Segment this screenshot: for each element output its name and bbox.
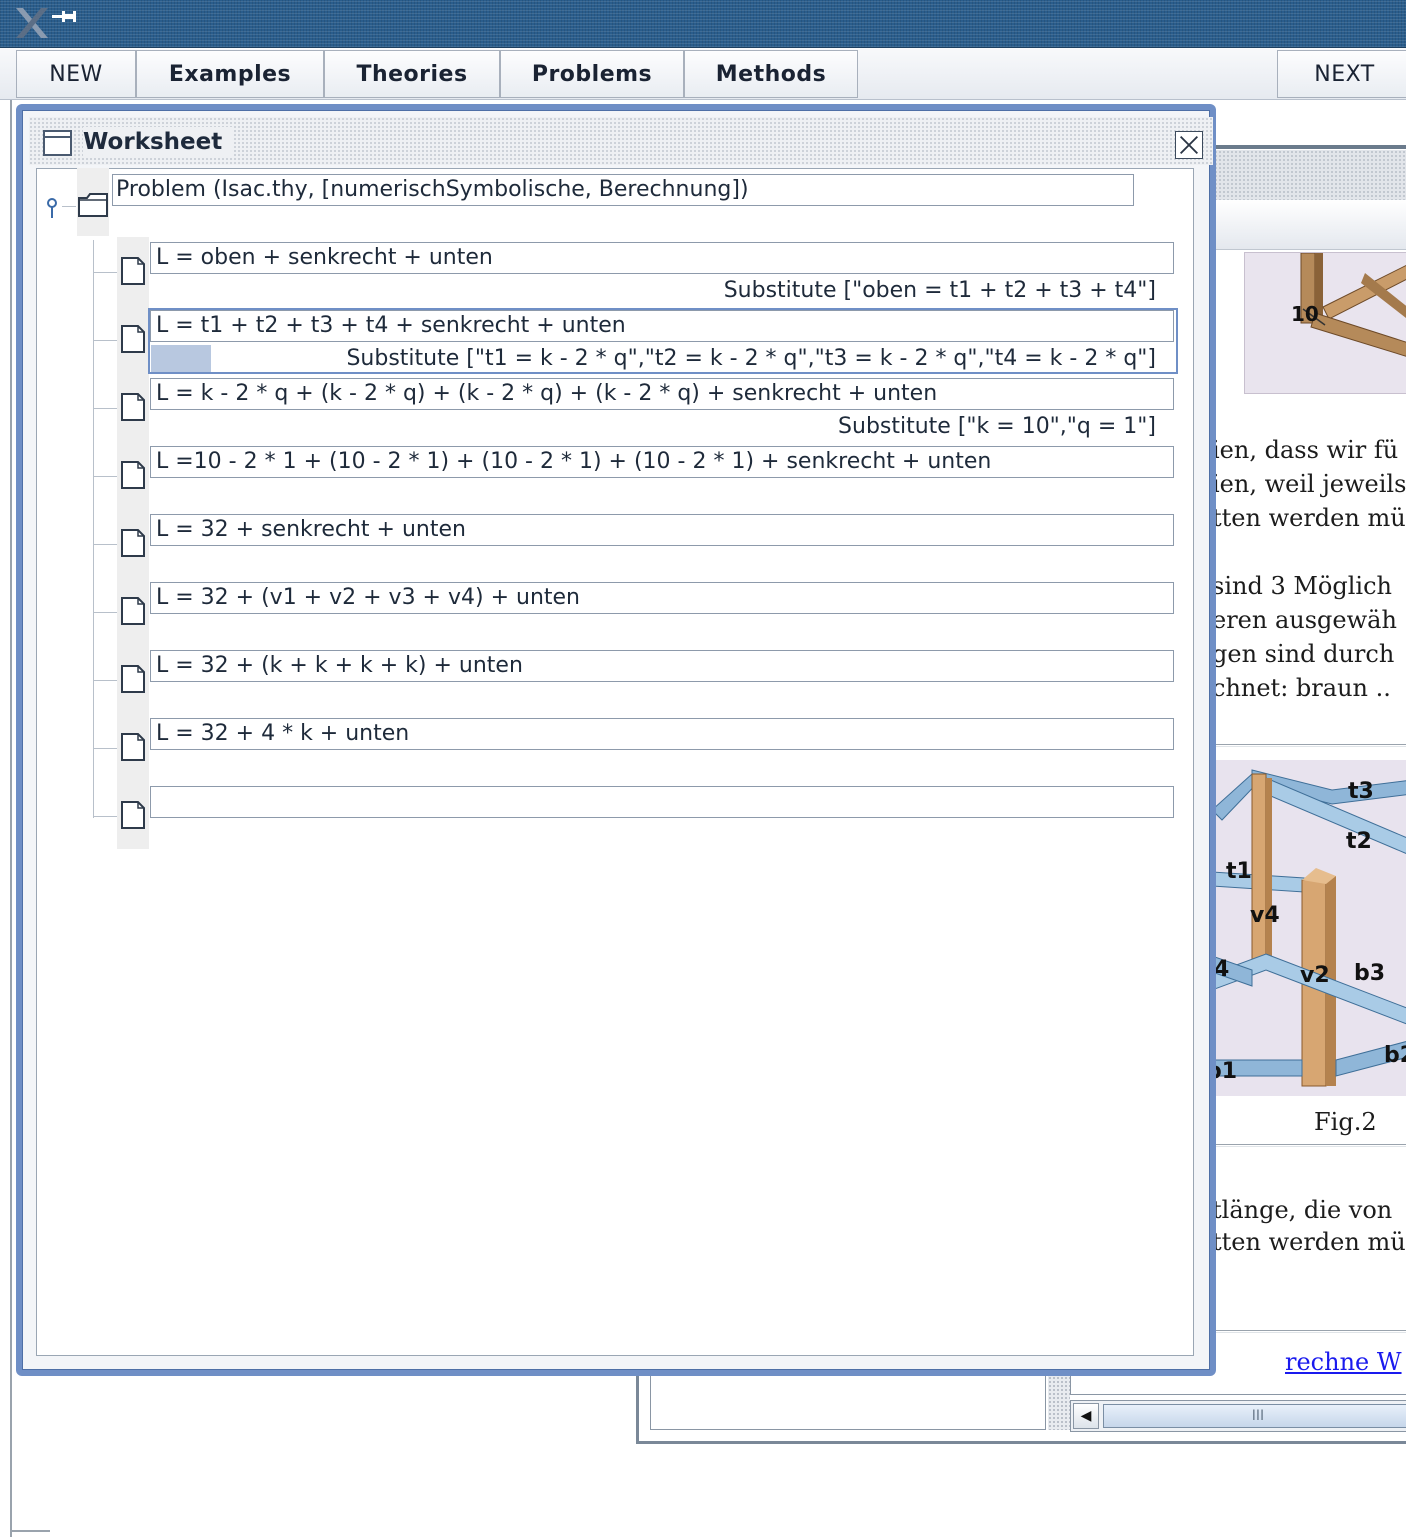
- desktop-frame-bottom: [10, 1530, 50, 1532]
- figure-1-dimension-label: 10: [1291, 302, 1319, 326]
- window-titlebar[interactable]: [0, 0, 1406, 48]
- background-text-line: tten werden mü: [1212, 1228, 1406, 1256]
- window-icon: [43, 130, 72, 156]
- background-window-titlebar[interactable]: [1214, 150, 1406, 200]
- desktop-frame-left: [10, 100, 12, 1537]
- x-logo-icon: [16, 8, 48, 38]
- frame-illustration-icon: 10: [1291, 253, 1406, 357]
- worksheet-inner-frame: Worksheet: [22, 110, 1213, 1370]
- label-4: 4: [1214, 957, 1229, 982]
- background-text-line: ien, dass wir fü: [1212, 436, 1399, 464]
- scroll-left-arrow-icon[interactable]: ◀: [1073, 1403, 1099, 1429]
- methods-button[interactable]: Methods: [684, 50, 858, 98]
- new-button[interactable]: NEW: [16, 50, 136, 98]
- close-icon[interactable]: [1175, 131, 1203, 159]
- scrollbar-thumb[interactable]: III: [1103, 1404, 1406, 1428]
- background-text-line: chnet: braun ..: [1212, 674, 1391, 702]
- theories-button[interactable]: Theories: [324, 50, 500, 98]
- split-pane-divider[interactable]: [1048, 1372, 1070, 1430]
- problems-button[interactable]: Problems: [500, 50, 684, 98]
- worksheet-title: Worksheet: [83, 127, 235, 157]
- desktop: NEW Examples Theories Problems Methods N…: [0, 0, 1406, 1537]
- background-text-line: tten werden mü: [1212, 504, 1406, 532]
- background-window-toolbar: [1214, 200, 1406, 250]
- background-window-border: [1210, 145, 1406, 149]
- divider: [1212, 1144, 1406, 1147]
- label-t3: t3: [1348, 779, 1374, 804]
- figure-1-image: 10: [1244, 252, 1406, 394]
- background-text-line: gen sind durch: [1212, 640, 1395, 668]
- worksheet-titlebar[interactable]: Worksheet: [29, 117, 1213, 165]
- label-v2: v2: [1300, 963, 1330, 988]
- figure-2-caption: Fig.2: [1314, 1108, 1377, 1136]
- label-v4: v4: [1250, 903, 1280, 928]
- horizontal-scrollbar[interactable]: ◀ III: [1070, 1400, 1406, 1432]
- figure-2-image: t3 t2 t1 v4 4 v2 b3 b2 b1: [1212, 760, 1406, 1096]
- menubar: NEW Examples Theories Problems Methods N…: [0, 48, 1406, 100]
- rechne-link[interactable]: rechne W: [1285, 1348, 1402, 1376]
- next-button[interactable]: NEXT: [1277, 50, 1406, 98]
- label-t1: t1: [1226, 859, 1252, 884]
- background-text-line: sind 3 Möglich: [1212, 572, 1392, 600]
- divider: [1212, 744, 1406, 747]
- label-b2: b2: [1384, 1043, 1406, 1068]
- lower-text-area[interactable]: [650, 1372, 1046, 1430]
- background-text-line: tlänge, die von: [1212, 1196, 1393, 1224]
- label-b3: b3: [1354, 961, 1385, 986]
- background-text-line: ien, weil jeweils: [1212, 470, 1406, 498]
- pin-icon[interactable]: [50, 6, 78, 26]
- worksheet-window: Worksheet: [16, 104, 1216, 1376]
- frame-cube-illustration-icon: t3 t2 t1 v4 4 v2 b3 b2 b1: [1212, 769, 1406, 1087]
- background-text-line: eren ausgewäh: [1212, 606, 1397, 634]
- divider: [1212, 1330, 1406, 1333]
- examples-button[interactable]: Examples: [136, 50, 324, 98]
- label-t2: t2: [1346, 829, 1372, 854]
